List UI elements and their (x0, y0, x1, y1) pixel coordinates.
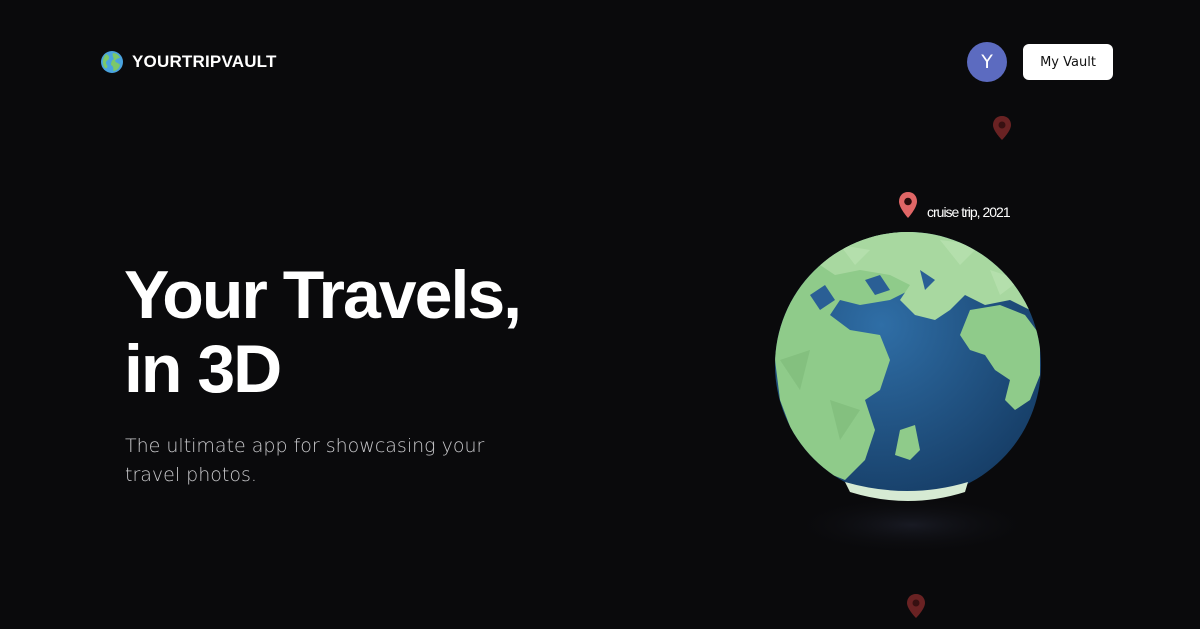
globe-shadow (787, 495, 1037, 555)
hero-subtitle: The ultimate app for showcasing your tra… (125, 435, 485, 486)
hero-title: Your Travels, in 3D (124, 258, 644, 406)
my-vault-button[interactable]: My Vault (1023, 44, 1113, 80)
hero-title-line-1: Your Travels, (124, 257, 522, 333)
user-avatar[interactable]: Y (967, 42, 1007, 82)
hero-title-line-2: in 3D (124, 331, 282, 407)
landing-page: YOURTRIPVAULT Y My Vault Your Travels, i… (0, 0, 1200, 629)
map-pin-icon[interactable] (905, 593, 927, 619)
globe-scene[interactable] (740, 100, 1080, 629)
globe-3d[interactable] (740, 100, 1080, 629)
map-pin-icon[interactable] (991, 115, 1013, 141)
map-pin-icon[interactable] (897, 191, 919, 219)
pin-label[interactable]: cruise trip, 2021 (927, 204, 1011, 220)
brand-name: YOURTRIPVAULT (132, 52, 277, 71)
globe-icon (101, 51, 123, 73)
brand-logo-link[interactable]: YOURTRIPVAULT (100, 50, 277, 74)
